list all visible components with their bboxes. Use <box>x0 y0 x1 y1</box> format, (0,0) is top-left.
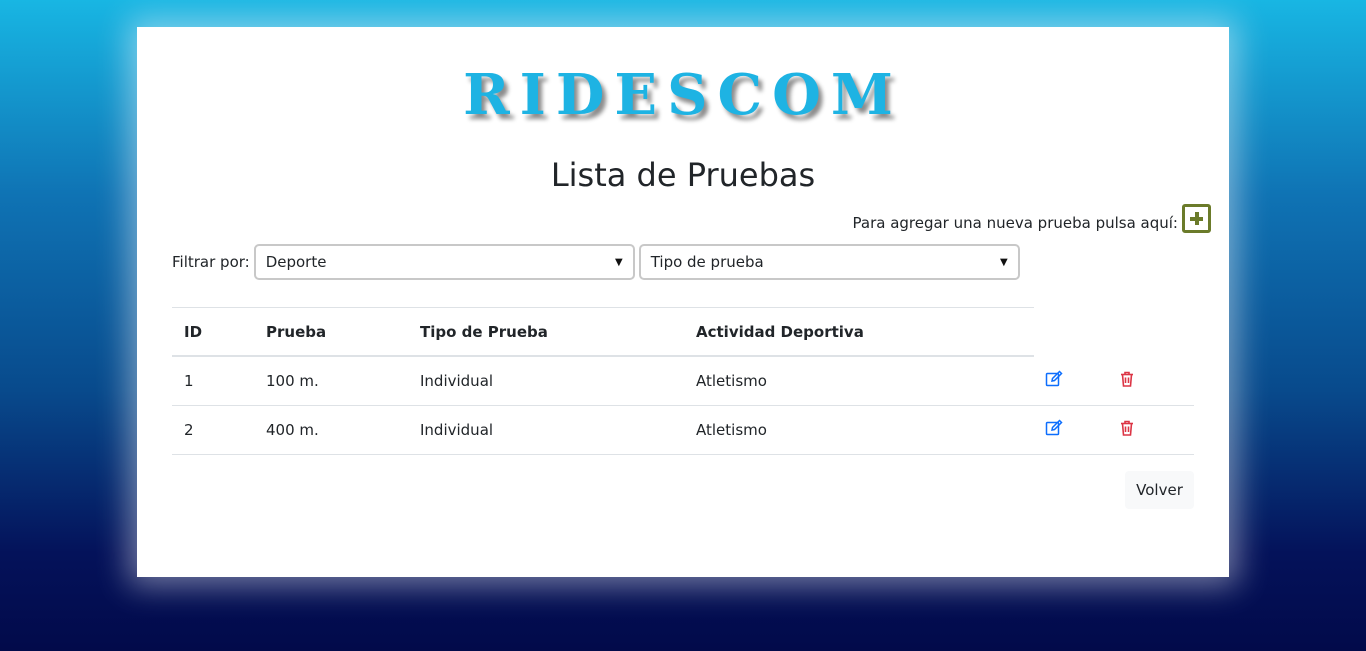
header-id: ID <box>184 322 203 341</box>
table-row: 2 400 m. Individual Atletismo <box>172 406 1194 455</box>
main-card: RIDESCOM Lista de Pruebas Para agregar u… <box>137 27 1229 577</box>
edit-cell <box>1034 370 1118 392</box>
sport-select[interactable]: Deporte ▼ <box>253 244 635 280</box>
add-row: Para agregar una nueva prueba pulsa aquí… <box>852 204 1211 233</box>
tests-table: ID Prueba Tipo de Prueba Actividad Depor… <box>172 307 1194 455</box>
delete-cell <box>1118 419 1194 441</box>
table-row: 1 100 m. Individual Atletismo <box>172 357 1194 406</box>
sport-select-value: Deporte <box>265 253 327 271</box>
page-title: Lista de Pruebas <box>550 156 816 194</box>
cell-prueba: 400 m. <box>266 421 319 439</box>
cell-tipo: Individual <box>420 372 494 390</box>
brand-logo: RIDESCOM <box>463 62 903 128</box>
edit-icon[interactable] <box>1045 370 1063 388</box>
trash-icon[interactable] <box>1118 419 1136 437</box>
header-prueba: Prueba <box>266 322 327 341</box>
plus-square-icon[interactable] <box>1182 204 1211 233</box>
table-header: ID Prueba Tipo de Prueba Actividad Depor… <box>172 307 1034 357</box>
delete-cell <box>1118 370 1194 392</box>
header-actividad: Actividad Deportiva <box>696 322 864 341</box>
volver-button[interactable]: Volver <box>1125 471 1194 509</box>
cell-id: 1 <box>184 372 194 390</box>
add-hint-text: Para agregar una nueva prueba pulsa aquí… <box>852 213 1179 232</box>
type-select-value: Tipo de prueba <box>650 253 764 271</box>
trash-icon[interactable] <box>1118 370 1136 388</box>
cell-tipo: Individual <box>420 421 494 439</box>
caret-down-icon: ▼ <box>615 256 623 268</box>
cell-actividad: Atletismo <box>696 372 767 390</box>
caret-down-icon: ▼ <box>1000 256 1008 268</box>
cell-actividad: Atletismo <box>696 421 767 439</box>
header-tipo: Tipo de Prueba <box>420 322 548 341</box>
cell-id: 2 <box>184 421 194 439</box>
edit-cell <box>1034 419 1118 441</box>
cell-prueba: 100 m. <box>266 372 319 390</box>
filter-label: Filtrar por: <box>172 253 250 271</box>
edit-icon[interactable] <box>1045 419 1063 437</box>
type-select[interactable]: Tipo de prueba ▼ <box>638 244 1020 280</box>
filter-row: Filtrar por: Deporte ▼ Tipo de prueba ▼ <box>172 244 1024 280</box>
